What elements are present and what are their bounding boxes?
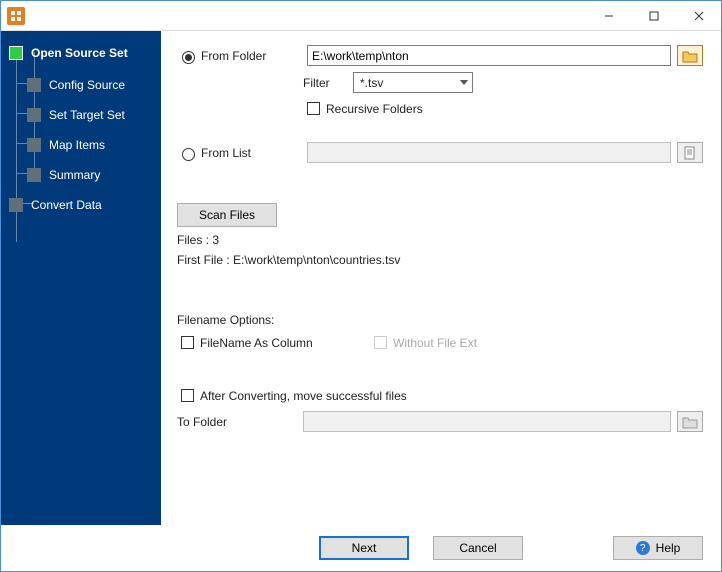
after-convert-row: After Converting, move successful files (177, 386, 703, 405)
chevron-down-icon (460, 80, 468, 86)
from-folder-row: From Folder (177, 45, 703, 66)
sidebar-item-label: Set Target Set (49, 108, 125, 122)
filename-as-column-checkbox[interactable] (181, 336, 194, 349)
nav-status-icon (9, 46, 23, 60)
filename-options-header: Filename Options: (177, 313, 703, 327)
close-button[interactable] (676, 2, 721, 30)
first-file-label: First File : E:\work\temp\nton\countries… (177, 253, 400, 267)
from-list-radio[interactable] (182, 148, 195, 161)
sidebar-item-label: Open Source Set (31, 46, 128, 60)
body: Open Source Set Config Source Set Target… (1, 31, 721, 525)
file-icon (683, 146, 697, 160)
to-folder-label: To Folder (177, 415, 303, 429)
browse-to-folder-button[interactable] (677, 411, 703, 432)
nav-status-icon (27, 168, 41, 182)
files-count-label: Files : 3 (177, 233, 219, 247)
folder-icon (682, 415, 698, 429)
after-convert-label: After Converting, move successful files (200, 389, 407, 403)
titlebar (1, 1, 721, 31)
sidebar-item-label: Map Items (49, 138, 105, 152)
files-count-row: Files : 3 (177, 233, 703, 247)
browse-list-button[interactable] (677, 142, 703, 163)
folder-icon (682, 49, 698, 63)
after-convert-checkbox[interactable] (181, 389, 194, 402)
from-folder-input[interactable] (307, 45, 671, 66)
sidebar-item-config-source[interactable]: Config Source (1, 71, 161, 99)
sidebar-item-map-items[interactable]: Map Items (1, 131, 161, 159)
without-ext-label: Without File Ext (393, 336, 477, 350)
from-folder-label: From Folder (201, 49, 307, 63)
help-button[interactable]: ? Help (613, 536, 703, 560)
sidebar-item-summary[interactable]: Summary (1, 161, 161, 189)
next-button[interactable]: Next (319, 536, 409, 560)
filename-as-column-label: FileName As Column (200, 336, 370, 350)
filter-select[interactable]: *.tsv (353, 72, 473, 93)
app-window: Open Source Set Config Source Set Target… (0, 0, 722, 572)
minimize-button[interactable] (586, 2, 631, 30)
filter-row: Filter *.tsv (303, 72, 703, 93)
sidebar-item-set-target-set[interactable]: Set Target Set (1, 101, 161, 129)
main-panel: From Folder Filter *.tsv Recursive Folde… (161, 31, 721, 525)
sidebar-item-label: Config Source (49, 78, 125, 92)
titlebar-left (1, 7, 25, 25)
app-icon (7, 7, 25, 25)
nav-status-icon (27, 78, 41, 92)
recursive-row: Recursive Folders (303, 99, 703, 118)
to-folder-row: To Folder (177, 411, 703, 432)
browse-folder-button[interactable] (677, 45, 703, 66)
scan-files-button[interactable]: Scan Files (177, 203, 277, 227)
filename-options-label: Filename Options: (177, 313, 274, 327)
footer: Next Cancel ? Help (1, 525, 721, 571)
filter-value: *.tsv (360, 76, 383, 90)
sidebar-item-label: Summary (49, 168, 100, 182)
nav-status-icon (9, 198, 23, 212)
window-controls (586, 2, 721, 30)
maximize-button[interactable] (631, 2, 676, 30)
sidebar-item-open-source-set[interactable]: Open Source Set (1, 39, 161, 67)
nav-status-icon (27, 138, 41, 152)
recursive-checkbox[interactable] (307, 102, 320, 115)
sidebar: Open Source Set Config Source Set Target… (1, 31, 161, 525)
sidebar-item-convert-data[interactable]: Convert Data (1, 191, 161, 219)
from-folder-radio[interactable] (182, 51, 195, 64)
filter-label: Filter (303, 76, 353, 90)
recursive-label: Recursive Folders (326, 102, 423, 116)
sidebar-item-label: Convert Data (31, 198, 102, 212)
cancel-button[interactable]: Cancel (433, 536, 523, 560)
help-icon: ? (636, 541, 650, 555)
help-label: Help (656, 541, 681, 555)
filename-options-row: FileName As Column Without File Ext (177, 333, 703, 352)
nav-status-icon (27, 108, 41, 122)
scan-row: Scan Files (177, 203, 703, 227)
first-file-row: First File : E:\work\temp\nton\countries… (177, 253, 703, 267)
from-list-input (307, 142, 671, 163)
to-folder-input (303, 411, 671, 432)
from-list-label: From List (201, 146, 307, 160)
without-ext-checkbox (374, 336, 387, 349)
from-list-row: From List (177, 142, 703, 163)
